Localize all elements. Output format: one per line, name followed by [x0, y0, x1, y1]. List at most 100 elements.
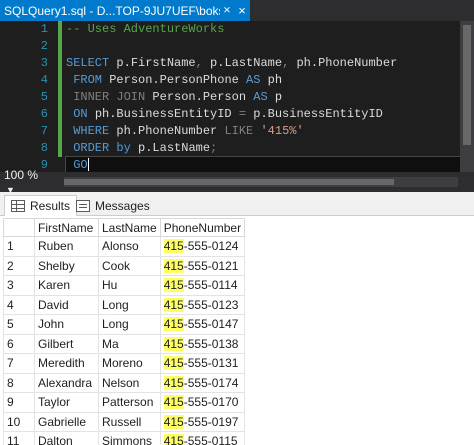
tab-messages[interactable]: Messages [70, 195, 156, 216]
phonenumber-cell[interactable]: 415-555-0121 [159, 255, 246, 276]
table-row[interactable]: 3 Karen Hu 415-555-0114 [3, 275, 246, 296]
code-token: by [116, 141, 139, 155]
lastname-cell[interactable]: Alonso [98, 236, 161, 257]
code-line[interactable]: -- Uses AdventureWorks [66, 21, 474, 38]
table-row[interactable]: 4 David Long 415-555-0123 [3, 294, 246, 315]
firstname-cell[interactable]: Meredith [34, 353, 99, 374]
code-line[interactable] [66, 38, 474, 55]
code-line[interactable]: GO [65, 156, 474, 172]
column-header-phonenumber[interactable]: PhoneNumber [159, 218, 246, 237]
table-row[interactable]: 11 Dalton Simmons 415-555-0115 [3, 431, 246, 445]
code-lines[interactable]: -- Uses AdventureWorks SELECT p.FirstName… [65, 21, 474, 172]
phonenumber-cell[interactable]: 415-555-0170 [159, 392, 246, 413]
firstname-cell[interactable]: Karen [34, 275, 99, 296]
phonenumber-rest: -555-0174 [183, 375, 239, 390]
lastname-cell[interactable]: Simmons [98, 431, 161, 445]
lastname-cell[interactable]: Long [98, 294, 161, 315]
firstname-cell[interactable]: Gabrielle [34, 411, 99, 432]
lastname-cell[interactable]: Long [98, 314, 161, 335]
code-line[interactable]: FROM Person.PersonPhone AS ph [66, 72, 474, 89]
firstname-cell[interactable]: David [34, 294, 99, 315]
row-number-cell[interactable]: 9 [3, 392, 35, 413]
results-pane: Results Messages FirstName LastName Phon… [0, 192, 474, 445]
horizontal-scroll-thumb[interactable] [64, 179, 394, 185]
table-row[interactable]: 1 Ruben Alonso 415-555-0124 [3, 236, 246, 257]
lastname-cell[interactable]: Patterson [98, 392, 161, 413]
search-highlight: 415 [163, 395, 184, 410]
code-line[interactable]: ORDER by p.LastName; [66, 140, 474, 157]
row-number-cell[interactable]: 1 [3, 236, 35, 257]
code-line[interactable]: WHERE ph.PhoneNumber LIKE '415%' [66, 123, 474, 140]
vertical-scrollbar[interactable] [460, 21, 474, 172]
code-line[interactable]: INNER JOIN Person.Person AS p [66, 89, 474, 106]
phonenumber-rest: -555-0131 [183, 356, 239, 371]
lastname-cell[interactable]: Moreno [98, 353, 161, 374]
text-caret [87, 158, 89, 172]
table-row[interactable]: 9 Taylor Patterson 415-555-0170 [3, 392, 246, 413]
phonenumber-cell[interactable]: 415-555-0124 [159, 236, 246, 257]
code-token: -- Uses AdventureWorks [66, 22, 225, 36]
table-row[interactable]: 6 Gilbert Ma 415-555-0138 [3, 333, 246, 354]
code-token: GO [66, 158, 88, 172]
vertical-scroll-thumb[interactable] [463, 25, 471, 145]
code-area[interactable]: -- Uses AdventureWorks SELECT p.FirstName… [65, 21, 474, 172]
phonenumber-rest: -555-0170 [183, 395, 239, 410]
column-header-lastname[interactable]: LastName [98, 218, 161, 237]
code-token: , [195, 56, 211, 70]
results-grid[interactable]: FirstName LastName PhoneNumber 1 Ruben Alo… [3, 218, 246, 445]
row-number-cell[interactable]: 4 [3, 294, 35, 315]
horizontal-scrollbar[interactable] [64, 177, 458, 187]
code-token: AS [246, 73, 268, 87]
row-number-cell[interactable]: 6 [3, 333, 35, 354]
row-number-cell[interactable]: 5 [3, 314, 35, 335]
lastname-cell[interactable]: Russell [98, 411, 161, 432]
close-icon[interactable]: × [234, 3, 250, 18]
query-editor[interactable]: 123456789 -- Uses AdventureWorks SELECT p… [0, 21, 474, 172]
lastname-cell[interactable]: Nelson [98, 372, 161, 393]
tab-results[interactable]: Results [4, 195, 78, 216]
firstname-cell[interactable]: Dalton [34, 431, 99, 445]
row-number-header[interactable] [3, 218, 35, 237]
phonenumber-cell[interactable]: 415-555-0147 [159, 314, 246, 335]
row-number-cell[interactable]: 11 [3, 431, 35, 445]
phonenumber-cell[interactable]: 415-555-0115 [159, 431, 246, 445]
firstname-cell[interactable]: Ruben [34, 236, 99, 257]
table-row[interactable]: 7 Meredith Moreno 415-555-0131 [3, 353, 246, 374]
row-number-cell[interactable]: 10 [3, 411, 35, 432]
firstname-cell[interactable]: Taylor [34, 392, 99, 413]
row-number-cell[interactable]: 8 [3, 372, 35, 393]
search-highlight: 415 [163, 278, 184, 293]
phonenumber-cell[interactable]: 415-555-0138 [159, 333, 246, 354]
phonenumber-cell[interactable]: 415-555-0174 [159, 372, 246, 393]
row-number-cell[interactable]: 7 [3, 353, 35, 374]
column-header-firstname[interactable]: FirstName [34, 218, 99, 237]
phonenumber-cell[interactable]: 415-555-0131 [159, 353, 246, 374]
lastname-cell[interactable]: Cook [98, 255, 161, 276]
row-number-cell[interactable]: 2 [3, 255, 35, 276]
code-token: Person.PersonPhone [109, 73, 247, 87]
phonenumber-rest: -555-0138 [183, 336, 239, 351]
firstname-cell[interactable]: Gilbert [34, 333, 99, 354]
firstname-cell[interactable]: Shelby [34, 255, 99, 276]
lastname-cell[interactable]: Hu [98, 275, 161, 296]
phonenumber-rest: -555-0147 [183, 317, 239, 332]
line-number: 7 [40, 124, 48, 138]
grid-icon [11, 200, 25, 212]
phonenumber-cell[interactable]: 415-555-0197 [159, 411, 246, 432]
row-number-cell[interactable]: 3 [3, 275, 35, 296]
table-row[interactable]: 5 John Long 415-555-0147 [3, 314, 246, 335]
phonenumber-cell[interactable]: 415-555-0114 [159, 275, 246, 296]
firstname-cell[interactable]: John [34, 314, 99, 335]
phonenumber-rest: -555-0124 [183, 239, 239, 254]
firstname-cell[interactable]: Alexandra [34, 372, 99, 393]
table-row[interactable]: 8 Alexandra Nelson 415-555-0174 [3, 372, 246, 393]
phonenumber-cell[interactable]: 415-555-0123 [159, 294, 246, 315]
code-line[interactable]: ON ph.BusinessEntityID = p.BusinessEntit… [66, 106, 474, 123]
pin-icon[interactable]: ⨯ [220, 5, 234, 16]
code-line[interactable]: SELECT p.FirstName, p.LastName, ph.Phone… [66, 55, 474, 72]
lastname-cell[interactable]: Ma [98, 333, 161, 354]
document-tab[interactable]: SQLQuery1.sql - D...TOP-9JU7UEF\boksi)* … [0, 0, 250, 21]
code-token: LIKE [224, 124, 261, 138]
table-row[interactable]: 10 Gabrielle Russell 415-555-0197 [3, 411, 246, 432]
table-row[interactable]: 2 Shelby Cook 415-555-0121 [3, 255, 246, 276]
